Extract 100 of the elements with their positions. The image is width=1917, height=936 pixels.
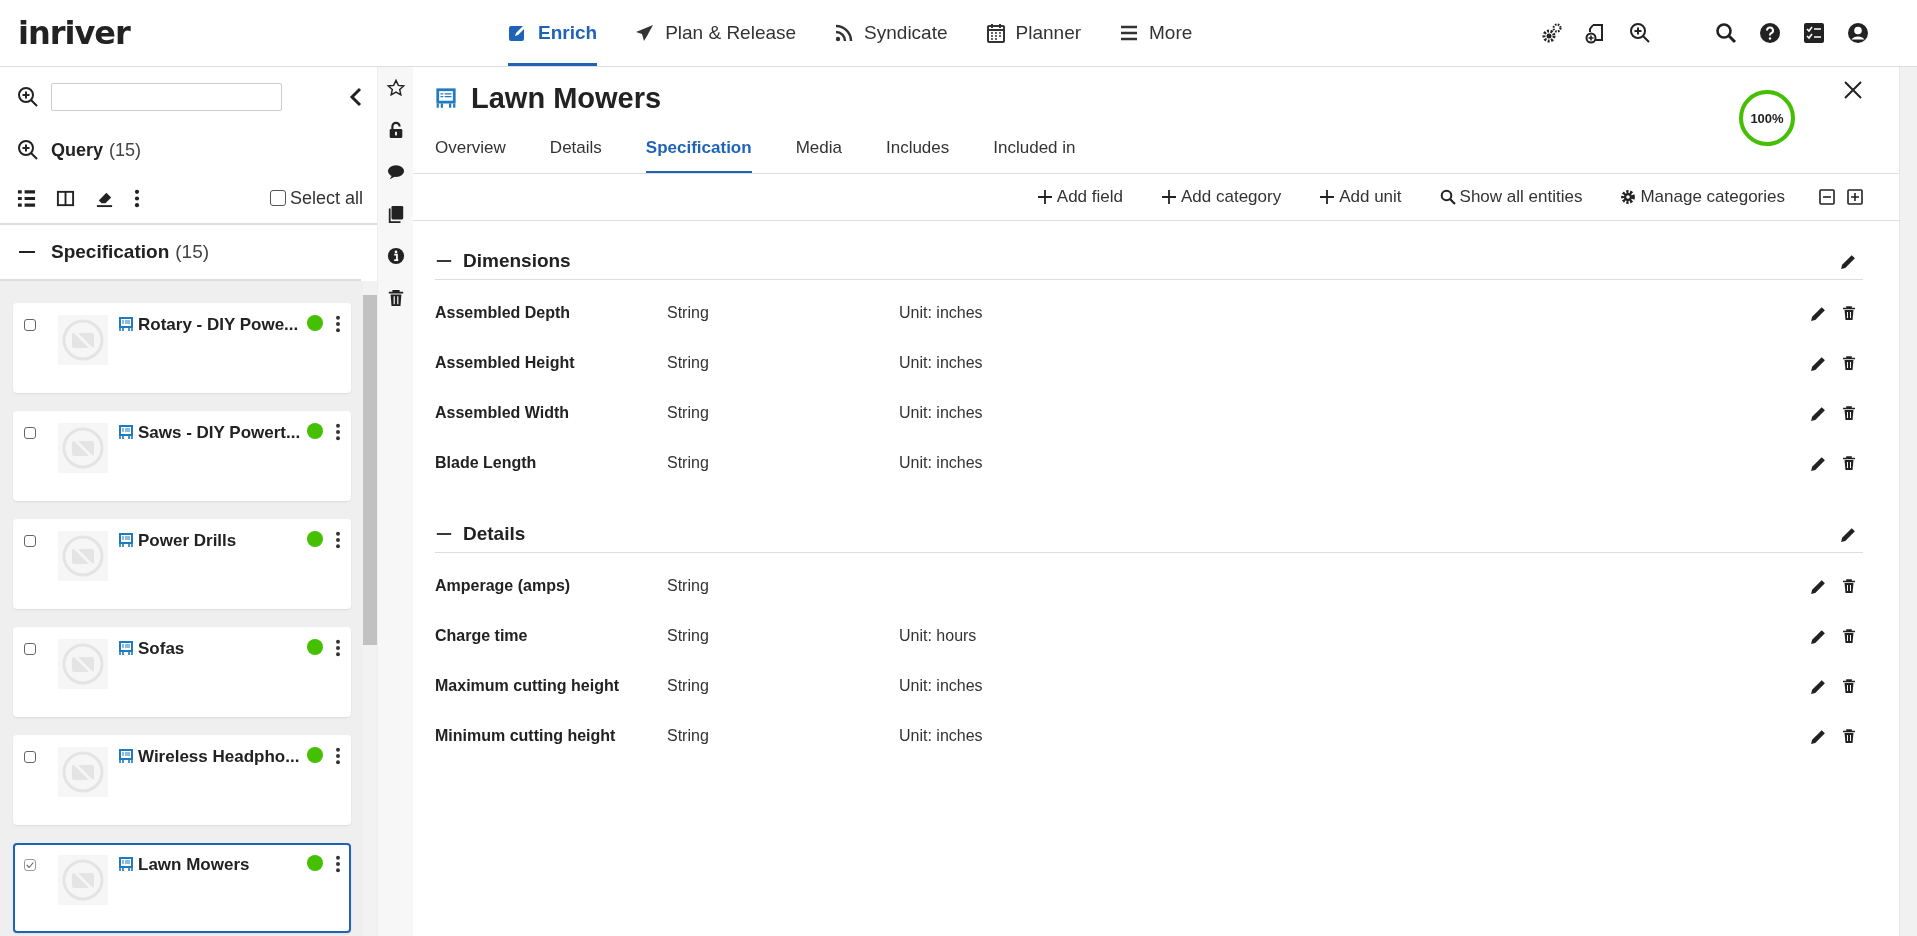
field-unit: Unit: inches <box>899 354 983 371</box>
more-vertical-icon[interactable] <box>335 315 341 333</box>
zoom-in-icon[interactable] <box>1629 22 1651 44</box>
checkbox[interactable] <box>24 319 36 331</box>
entity-card[interactable]: Saws - DIY Powert... <box>13 411 351 501</box>
zoom-in-icon[interactable] <box>17 139 39 161</box>
checkbox[interactable] <box>24 751 36 763</box>
toolbar-button[interactable]: Add unit <box>1319 187 1402 207</box>
copy-icon[interactable] <box>386 205 405 223</box>
trash-icon[interactable] <box>1841 678 1857 694</box>
tab[interactable]: Includes <box>885 125 950 173</box>
pencil-icon[interactable] <box>1810 404 1827 422</box>
field-name: Assembled Depth <box>435 304 572 322</box>
field-type: String <box>667 354 710 372</box>
user-icon[interactable] <box>1847 22 1869 44</box>
entity-card[interactable]: Lawn Mowers <box>13 843 351 933</box>
tab[interactable]: Specification <box>645 125 752 173</box>
search-icon[interactable] <box>1715 22 1737 44</box>
product-icon <box>118 316 134 332</box>
trash-icon[interactable] <box>1841 355 1857 371</box>
field-type: String <box>667 454 710 472</box>
checkbox[interactable] <box>24 427 36 439</box>
pencil-icon[interactable] <box>1810 454 1827 472</box>
nav-tab[interactable]: More <box>1119 0 1193 66</box>
toolbar-button[interactable]: Add field <box>1036 187 1123 207</box>
checkbox[interactable] <box>24 535 36 547</box>
pencil-icon[interactable] <box>1810 627 1827 645</box>
trash-icon[interactable] <box>1841 728 1857 744</box>
collapse-chevron-icon[interactable] <box>349 87 363 107</box>
pencil-icon[interactable] <box>1810 577 1827 595</box>
field-name: Amperage (amps) <box>435 577 572 595</box>
select-all-checkbox[interactable]: Select all <box>269 187 363 209</box>
list-view-icon[interactable] <box>17 188 36 208</box>
pencil-icon[interactable] <box>1810 354 1827 372</box>
star-icon[interactable] <box>386 79 405 97</box>
tab[interactable]: Overview <box>435 125 506 173</box>
pencil-icon[interactable] <box>1810 304 1827 322</box>
no-image-icon <box>58 423 108 473</box>
nav-tab[interactable]: Syndicate <box>834 0 948 66</box>
field-name: Assembled Height <box>435 354 576 372</box>
field-unit: Unit: inches <box>899 677 983 694</box>
nav-tab[interactable]: Plan & Release <box>635 0 797 66</box>
more-vertical-icon[interactable] <box>335 531 341 549</box>
entity-name: Power Drills <box>138 531 238 551</box>
tab[interactable]: Included in <box>993 125 1076 173</box>
more-vertical-icon[interactable] <box>335 855 341 873</box>
more-vertical-icon[interactable] <box>335 747 341 765</box>
checkbox[interactable] <box>24 643 36 655</box>
entity-card[interactable]: Power Drills <box>13 519 351 609</box>
info-icon[interactable] <box>386 247 405 265</box>
section-title: Details <box>463 523 526 545</box>
pencil-icon[interactable] <box>1810 727 1827 745</box>
search-field[interactable] <box>51 83 282 111</box>
field-unit: Unit: hours <box>899 627 977 644</box>
query-count: (15) <box>109 139 142 161</box>
tab[interactable]: Media <box>795 125 842 173</box>
no-image-icon <box>58 531 108 581</box>
trash-icon[interactable] <box>1841 405 1857 421</box>
nav-tab[interactable]: Planner <box>985 0 1082 66</box>
entity-name: Sofas <box>138 639 186 659</box>
more-vertical-icon[interactable] <box>335 639 341 657</box>
close-icon[interactable] <box>1843 80 1863 100</box>
help-icon[interactable] <box>1759 22 1781 44</box>
collapse-all-icon[interactable] <box>1819 189 1835 205</box>
field-type: String <box>667 677 710 695</box>
pencil-icon[interactable] <box>1810 677 1827 695</box>
trash-icon[interactable] <box>386 289 405 307</box>
more-vertical-icon[interactable] <box>134 188 140 208</box>
product-icon <box>435 87 457 109</box>
checkbox[interactable] <box>24 859 36 871</box>
trash-icon[interactable] <box>1841 578 1857 594</box>
toolbar-button[interactable]: Manage categories <box>1620 187 1785 207</box>
entity-card[interactable]: Wireless Headpho... <box>13 735 351 825</box>
entity-card[interactable]: Rotary - DIY Powe... <box>13 303 351 393</box>
trash-icon[interactable] <box>1841 455 1857 471</box>
columns-icon[interactable] <box>56 188 75 208</box>
plus-icon <box>1161 189 1177 205</box>
product-icon <box>118 748 134 764</box>
gears-icon[interactable] <box>1541 22 1563 44</box>
trash-icon[interactable] <box>1841 628 1857 644</box>
pencil-icon[interactable] <box>1840 252 1857 270</box>
trash-icon[interactable] <box>1841 305 1857 321</box>
zoom-in-icon[interactable] <box>17 86 39 108</box>
field-name: Charge time <box>435 627 529 645</box>
entity-card[interactable]: Sofas <box>13 627 351 717</box>
checklist-icon[interactable] <box>1803 22 1825 44</box>
more-vertical-icon[interactable] <box>335 423 341 441</box>
toolbar-button[interactable]: Show all entities <box>1439 187 1583 207</box>
query-label[interactable]: Query <box>51 139 104 161</box>
pencil-icon[interactable] <box>1840 525 1857 543</box>
nav-tab[interactable]: Enrich <box>508 0 598 66</box>
expand-all-icon[interactable] <box>1847 189 1863 205</box>
search-icon <box>1439 189 1456 205</box>
scrollbar[interactable] <box>1899 67 1917 936</box>
speech-bubble-icon[interactable] <box>386 163 405 181</box>
field-type: String <box>667 577 710 595</box>
toolbar-button[interactable]: Add category <box>1161 187 1282 207</box>
entity-title: Lawn Mowers <box>471 81 662 115</box>
field-unit: Unit: inches <box>899 404 983 421</box>
tab[interactable]: Details <box>549 125 602 173</box>
